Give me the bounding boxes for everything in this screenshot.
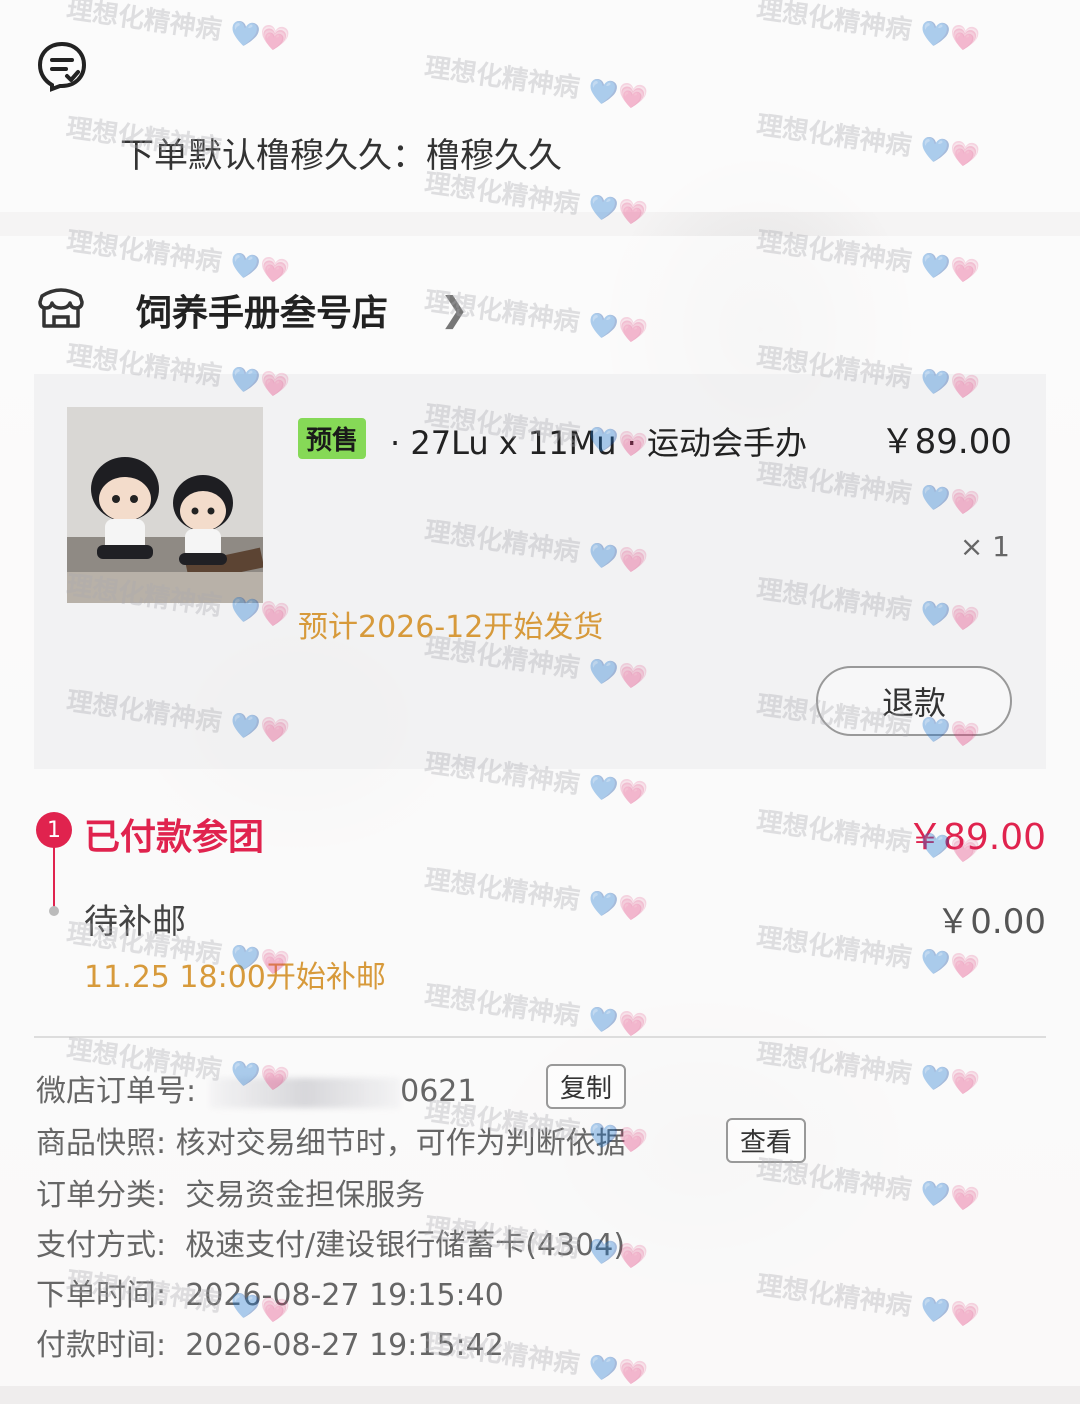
category-value: 交易资金担保服务 [185,1178,426,1213]
divider [34,1036,1046,1038]
order-time-value: 2026-08-27 19:15:40 [185,1278,504,1313]
step-connector [53,846,55,908]
order-number-label: 微店订单号: [36,1074,197,1109]
refund-button[interactable]: 退款 [816,666,1012,736]
shipping-estimate: 预计2026-12开始发货 [298,610,604,645]
step-number-badge: 1 [36,812,72,848]
pay-method-row: 支付方式: 极速支付/建设银行储蓄卡(4304) [36,1220,625,1264]
snapshot-value: 核对交易细节时，可作为判断依据 [175,1126,626,1161]
snapshot-label: 商品快照: [36,1126,167,1161]
chevron-right-icon[interactable]: ❯ [440,290,469,330]
postage-status-label: 待补邮 [84,902,186,942]
pay-time-value: 2026-08-27 19:15:42 [185,1328,504,1363]
order-remark: 下单默认橹穆久久：橹穆久久 [120,136,562,176]
order-number-value: 0621 [400,1074,477,1109]
category-row: 订单分类: 交易资金担保服务 [36,1170,425,1214]
product-price: ￥89.00 [880,422,1012,462]
pay-method-value: 极速支付/建设银行储蓄卡(4304) [185,1228,626,1263]
order-item-card[interactable]: · 27Lu x 11Mu · 运动会手办 预售 ￥89.00 × 1 预计20… [34,374,1046,769]
pay-time-label: 付款时间: [36,1328,167,1363]
note-icon [37,41,87,92]
remark-section [0,0,1080,212]
product-title[interactable]: · 27Lu x 11Mu · 运动会手办 [298,416,838,470]
shop-icon [38,288,84,328]
step-dot [49,906,59,916]
order-time-row: 下单时间: 2026-08-27 19:15:40 [36,1270,504,1314]
shop-name[interactable]: 饲养手册叁号店 [136,284,388,336]
copy-button[interactable]: 复制 [546,1064,627,1109]
order-number-redacted [210,1077,401,1108]
view-snapshot-button[interactable]: 查看 [726,1118,807,1163]
category-label: 订单分类: [36,1178,167,1213]
postage-start-time: 11.25 18:00开始补邮 [84,960,386,995]
order-time-label: 下单时间: [36,1278,167,1313]
postage-amount: ￥0.00 [936,902,1046,942]
order-number-row: 微店订单号: 0621 [36,1066,476,1110]
pay-time-row: 付款时间: 2026-08-27 19:15:42 [36,1320,504,1364]
product-thumbnail[interactable] [67,407,263,603]
pay-method-label: 支付方式: [36,1228,167,1263]
paid-status-label: 已付款参团 [84,817,265,858]
product-quantity: × 1 [959,530,1010,563]
presale-badge: 预售 [298,418,367,459]
paid-amount: ￥89.00 [906,817,1046,858]
snapshot-row: 商品快照: 核对交易细节时，可作为判断依据 [36,1118,626,1162]
